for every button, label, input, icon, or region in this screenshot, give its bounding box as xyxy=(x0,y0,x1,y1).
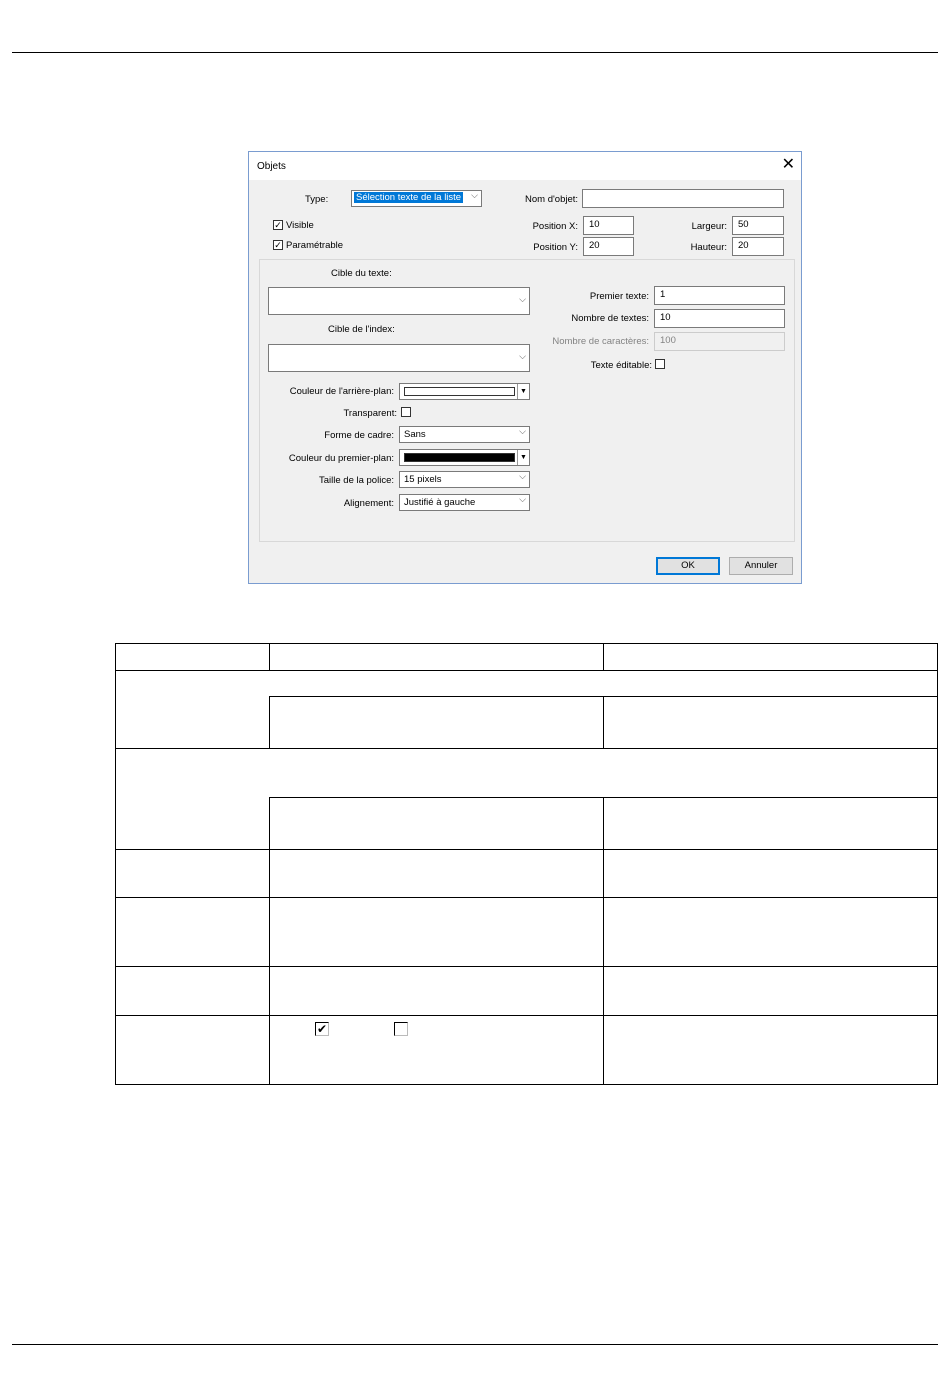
couleur-arriere-label: Couleur de l'arrière-plan: xyxy=(289,386,394,397)
visible-checkbox[interactable]: ✓ xyxy=(273,220,283,230)
dropdown-arrow-icon: ▼ xyxy=(517,450,529,465)
hauteur-label: Hauteur: xyxy=(690,242,727,253)
dropdown-arrow-icon: ▼ xyxy=(517,384,529,399)
couleur-premier-swatch xyxy=(404,453,515,462)
table-line xyxy=(115,1015,938,1016)
taille-police-value: 15 pixels xyxy=(404,474,442,485)
type-select-value: Sélection texte de la liste xyxy=(354,192,464,203)
type-label: Type: xyxy=(305,194,329,205)
close-icon[interactable]: ✕ xyxy=(782,156,795,174)
texte-editable-checkbox[interactable] xyxy=(655,359,665,369)
checked-checkbox-icon: ✔ xyxy=(315,1022,329,1036)
largeur-input[interactable]: 50 xyxy=(732,216,784,235)
dialog-title: Objets xyxy=(257,161,286,172)
nom-objet-label: Nom d'objet: xyxy=(525,194,579,205)
hauteur-input[interactable]: 20 xyxy=(732,237,784,256)
table-line xyxy=(603,643,604,670)
table-line xyxy=(269,643,270,670)
couleur-premier-picker[interactable]: ▼ xyxy=(399,449,530,466)
table-line xyxy=(115,897,938,898)
dialog-titlebar: Objets ✕ xyxy=(249,152,801,180)
parametrable-checkbox[interactable]: ✓ xyxy=(273,240,283,250)
largeur-label: Largeur: xyxy=(691,221,727,232)
chevron-down-icon: ⌵ xyxy=(519,471,526,481)
cible-texte-label: Cible du texte: xyxy=(331,268,392,279)
table-line xyxy=(603,696,604,748)
posy-label: Position Y: xyxy=(533,242,578,253)
forme-cadre-label: Forme de cadre: xyxy=(324,430,394,441)
chevron-down-icon: ⌵ xyxy=(471,190,478,200)
posx-label: Position X: xyxy=(532,221,578,232)
forme-cadre-select[interactable]: Sans ⌵ xyxy=(399,426,530,443)
table-line xyxy=(115,643,116,1085)
annuler-button[interactable]: Annuler xyxy=(729,557,793,575)
table-line xyxy=(115,670,938,671)
nom-objet-input[interactable] xyxy=(582,189,784,208)
objets-dialog: Objets ✕ Type: Sélection texte de la lis… xyxy=(248,151,802,584)
table-line xyxy=(269,696,270,748)
nombre-textes-label: Nombre de textes: xyxy=(571,313,649,324)
alignement-value: Justifié à gauche xyxy=(404,497,476,508)
nombre-caracteres-input: 100 xyxy=(654,332,785,351)
table-line xyxy=(115,643,938,644)
unchecked-checkbox-icon xyxy=(394,1022,408,1036)
couleur-arriere-picker[interactable]: ▼ xyxy=(399,383,530,400)
chevron-down-icon: ⌵ xyxy=(519,351,526,361)
cible-index-label: Cible de l'index: xyxy=(328,324,395,335)
parametrable-label: Paramétrable xyxy=(286,240,344,251)
nombre-textes-input[interactable]: 10 xyxy=(654,309,785,328)
description-table: ✔ xyxy=(115,643,938,1085)
taille-police-label: Taille de la police: xyxy=(319,475,394,486)
table-line xyxy=(115,748,938,749)
transparent-checkbox[interactable] xyxy=(401,407,411,417)
table-line xyxy=(937,643,938,1085)
type-select[interactable]: Sélection texte de la liste ⌵ xyxy=(351,190,482,207)
table-line xyxy=(115,849,938,850)
footer-rule xyxy=(12,1344,938,1345)
header-rule xyxy=(12,52,938,53)
posx-input[interactable]: 10 xyxy=(583,216,634,235)
table-line xyxy=(269,797,270,1085)
nombre-caracteres-label: Nombre de caractères: xyxy=(552,336,649,347)
posy-input[interactable]: 20 xyxy=(583,237,634,256)
couleur-premier-label: Couleur du premier-plan: xyxy=(288,453,394,464)
visible-label: Visible xyxy=(286,220,314,231)
transparent-label: Transparent: xyxy=(343,408,397,419)
cible-index-select[interactable]: ⌵ xyxy=(268,344,530,372)
ok-button[interactable]: OK xyxy=(656,557,720,575)
alignement-select[interactable]: Justifié à gauche ⌵ xyxy=(399,494,530,511)
table-line xyxy=(115,1084,938,1085)
premier-texte-input[interactable]: 1 xyxy=(654,286,785,305)
alignement-label: Alignement: xyxy=(343,498,394,509)
chevron-down-icon: ⌵ xyxy=(519,494,526,504)
table-line xyxy=(603,797,604,1085)
couleur-arriere-swatch xyxy=(404,387,515,396)
cible-texte-select[interactable]: ⌵ xyxy=(268,287,530,315)
taille-police-select[interactable]: 15 pixels ⌵ xyxy=(399,471,530,488)
premier-texte-label: Premier texte: xyxy=(589,291,649,302)
chevron-down-icon: ⌵ xyxy=(519,426,526,436)
texte-editable-label: Texte éditable: xyxy=(590,360,652,371)
forme-cadre-value: Sans xyxy=(404,429,426,440)
chevron-down-icon: ⌵ xyxy=(519,294,526,304)
table-line xyxy=(115,966,938,967)
